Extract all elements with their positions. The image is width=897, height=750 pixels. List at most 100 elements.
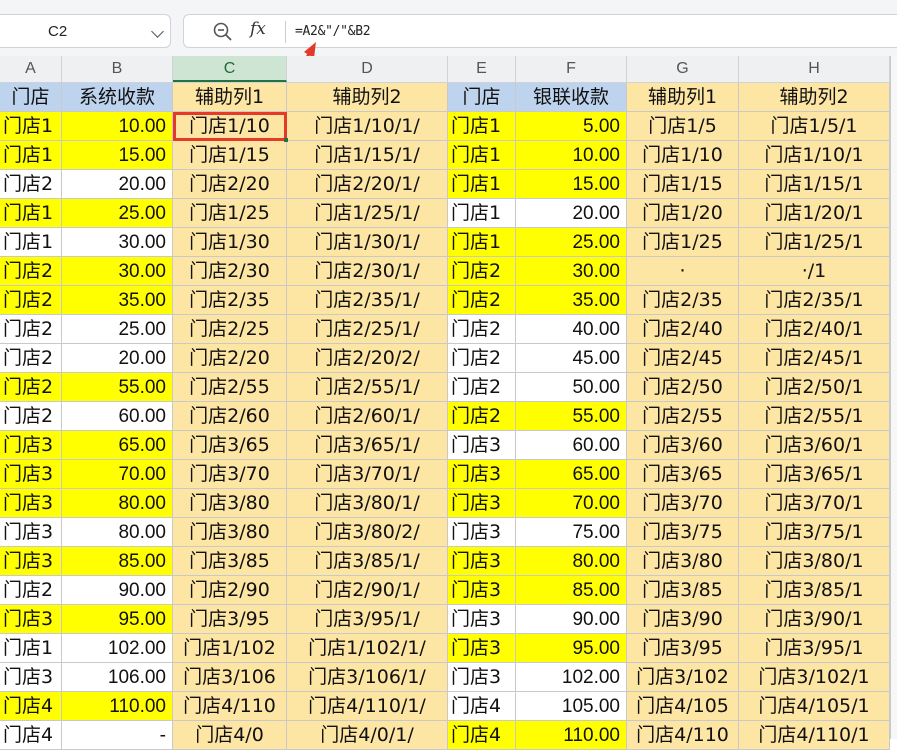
cell-a11[interactable]: 门店2 — [0, 373, 62, 402]
cell-h3[interactable]: 门店1/10/1 — [739, 141, 890, 170]
cell-f21[interactable]: 102.00 — [516, 663, 627, 692]
cell-h20[interactable]: 门店3/95/1 — [739, 634, 890, 663]
cell-a5[interactable]: 门店1 — [0, 199, 62, 228]
cell-e19[interactable]: 门店3 — [448, 605, 516, 634]
cell-h18[interactable]: 门店3/85/1 — [739, 576, 890, 605]
cell-a18[interactable]: 门店2 — [0, 576, 62, 605]
cell-e3[interactable]: 门店1 — [448, 141, 516, 170]
header-cell-g[interactable]: 辅助列1 — [627, 83, 739, 112]
cell-e18[interactable]: 门店3 — [448, 576, 516, 605]
cell-c7[interactable]: 门店2/30 — [173, 257, 287, 286]
cell-h8[interactable]: 门店2/35/1 — [739, 286, 890, 315]
cell-c6[interactable]: 门店1/30 — [173, 228, 287, 257]
cell-b14[interactable]: 70.00 — [62, 460, 173, 489]
cell-a23[interactable]: 门店4 — [0, 721, 62, 750]
cell-a22[interactable]: 门店4 — [0, 692, 62, 721]
cell-a13[interactable]: 门店3 — [0, 431, 62, 460]
cell-f10[interactable]: 45.00 — [516, 344, 627, 373]
cell-g20[interactable]: 门店3/95 — [627, 634, 739, 663]
cell-e13[interactable]: 门店3 — [448, 431, 516, 460]
cell-h9[interactable]: 门店2/40/1 — [739, 315, 890, 344]
cell-e5[interactable]: 门店1 — [448, 199, 516, 228]
fx-icon[interactable]: fx — [250, 19, 266, 39]
cell-a12[interactable]: 门店2 — [0, 402, 62, 431]
cell-c5[interactable]: 门店1/25 — [173, 199, 287, 228]
cell-c22[interactable]: 门店4/110 — [173, 692, 287, 721]
cell-b23[interactable]: - — [62, 721, 173, 750]
cell-d18[interactable]: 门店2/90/1/ — [287, 576, 448, 605]
cell-c20[interactable]: 门店1/102 — [173, 634, 287, 663]
cell-a10[interactable]: 门店2 — [0, 344, 62, 373]
cell-h2[interactable]: 门店1/5/1 — [739, 112, 890, 141]
cell-f14[interactable]: 65.00 — [516, 460, 627, 489]
cell-f11[interactable]: 50.00 — [516, 373, 627, 402]
cell-e21[interactable]: 门店3 — [448, 663, 516, 692]
cell-g23[interactable]: 门店4/110 — [627, 721, 739, 750]
zoom-search-icon[interactable] — [212, 21, 234, 43]
cell-f5[interactable]: 20.00 — [516, 199, 627, 228]
cell-d20[interactable]: 门店1/102/1/ — [287, 634, 448, 663]
cell-g14[interactable]: 门店3/65 — [627, 460, 739, 489]
cell-a7[interactable]: 门店2 — [0, 257, 62, 286]
cell-g15[interactable]: 门店3/70 — [627, 489, 739, 518]
cell-a4[interactable]: 门店2 — [0, 170, 62, 199]
cell-a16[interactable]: 门店3 — [0, 518, 62, 547]
cell-f7[interactable]: 30.00 — [516, 257, 627, 286]
cell-f3[interactable]: 10.00 — [516, 141, 627, 170]
cell-c21[interactable]: 门店3/106 — [173, 663, 287, 692]
cell-c13[interactable]: 门店3/65 — [173, 431, 287, 460]
cell-e10[interactable]: 门店2 — [448, 344, 516, 373]
cell-g9[interactable]: 门店2/40 — [627, 315, 739, 344]
chevron-down-icon[interactable] — [151, 25, 164, 38]
cell-h16[interactable]: 门店3/75/1 — [739, 518, 890, 547]
cell-d19[interactable]: 门店3/95/1/ — [287, 605, 448, 634]
cell-b4[interactable]: 20.00 — [62, 170, 173, 199]
cell-c15[interactable]: 门店3/80 — [173, 489, 287, 518]
cell-b13[interactable]: 65.00 — [62, 431, 173, 460]
cell-g5[interactable]: 门店1/20 — [627, 199, 739, 228]
cell-c3[interactable]: 门店1/15 — [173, 141, 287, 170]
cell-f13[interactable]: 60.00 — [516, 431, 627, 460]
cell-f17[interactable]: 80.00 — [516, 547, 627, 576]
cell-f19[interactable]: 90.00 — [516, 605, 627, 634]
cell-g19[interactable]: 门店3/90 — [627, 605, 739, 634]
cell-g10[interactable]: 门店2/45 — [627, 344, 739, 373]
cell-b19[interactable]: 95.00 — [62, 605, 173, 634]
cell-e2[interactable]: 门店1 — [448, 112, 516, 141]
header-cell-h[interactable]: 辅助列2 — [739, 83, 890, 112]
header-cell-b[interactable]: 系统收款 — [62, 83, 173, 112]
cell-d10[interactable]: 门店2/20/2/ — [287, 344, 448, 373]
cell-f15[interactable]: 70.00 — [516, 489, 627, 518]
cell-e17[interactable]: 门店3 — [448, 547, 516, 576]
header-cell-a[interactable]: 门店 — [0, 83, 62, 112]
cell-c11[interactable]: 门店2/55 — [173, 373, 287, 402]
cell-h19[interactable]: 门店3/90/1 — [739, 605, 890, 634]
cell-b15[interactable]: 80.00 — [62, 489, 173, 518]
cell-d6[interactable]: 门店1/30/1/ — [287, 228, 448, 257]
cell-e16[interactable]: 门店3 — [448, 518, 516, 547]
cell-g22[interactable]: 门店4/105 — [627, 692, 739, 721]
cell-a3[interactable]: 门店1 — [0, 141, 62, 170]
header-cell-f[interactable]: 银联收款 — [516, 83, 627, 112]
cell-c17[interactable]: 门店3/85 — [173, 547, 287, 576]
cell-b9[interactable]: 25.00 — [62, 315, 173, 344]
cell-f18[interactable]: 85.00 — [516, 576, 627, 605]
formula-input[interactable]: fx =A2&"/"&B2 — [183, 14, 897, 48]
cell-f9[interactable]: 40.00 — [516, 315, 627, 344]
cell-e11[interactable]: 门店2 — [448, 373, 516, 402]
cell-h4[interactable]: 门店1/15/1 — [739, 170, 890, 199]
cell-d14[interactable]: 门店3/70/1/ — [287, 460, 448, 489]
cell-c4[interactable]: 门店2/20 — [173, 170, 287, 199]
cell-a6[interactable]: 门店1 — [0, 228, 62, 257]
cell-b22[interactable]: 110.00 — [62, 692, 173, 721]
cell-c2[interactable]: 门店1/10 — [173, 112, 287, 141]
cell-h12[interactable]: 门店2/55/1 — [739, 402, 890, 431]
cell-f6[interactable]: 25.00 — [516, 228, 627, 257]
cell-h14[interactable]: 门店3/65/1 — [739, 460, 890, 489]
cell-h10[interactable]: 门店2/45/1 — [739, 344, 890, 373]
cell-d2[interactable]: 门店1/10/1/ — [287, 112, 448, 141]
cell-e6[interactable]: 门店1 — [448, 228, 516, 257]
cell-c9[interactable]: 门店2/25 — [173, 315, 287, 344]
cell-d17[interactable]: 门店3/85/1/ — [287, 547, 448, 576]
column-header-c[interactable]: C — [173, 56, 287, 82]
